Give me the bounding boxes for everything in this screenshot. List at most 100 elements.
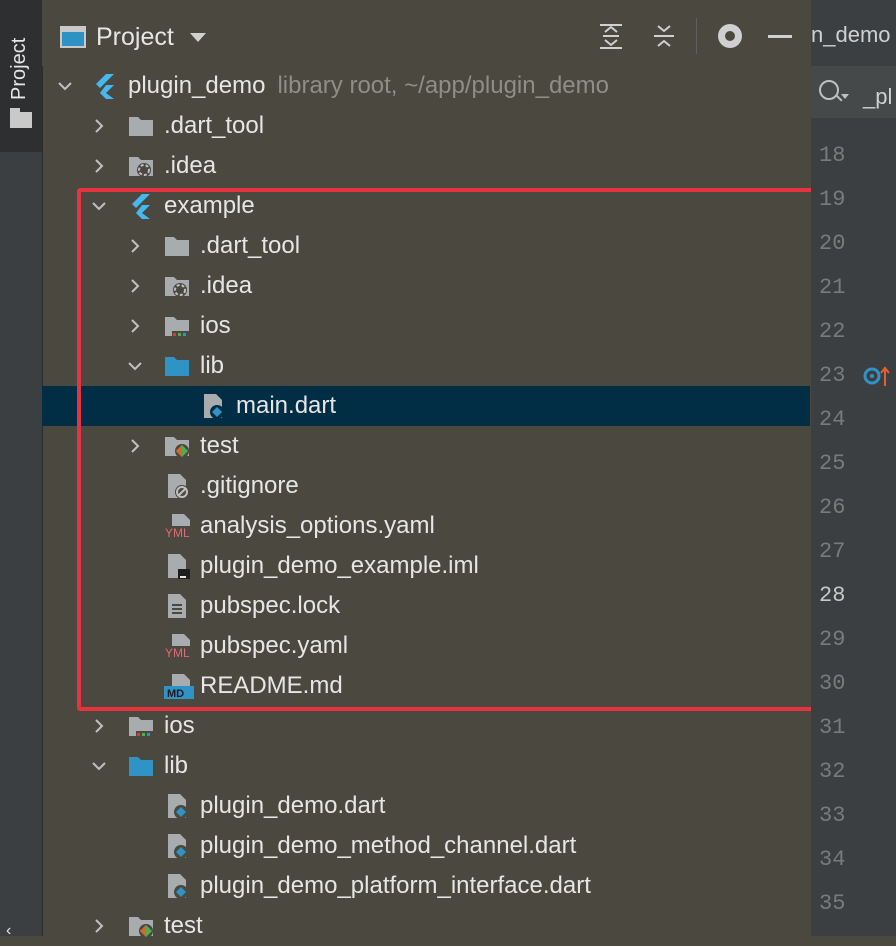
tree-item-label: pubspec.lock bbox=[200, 592, 341, 619]
tree-row-root[interactable]: plugin_demo library root, ~/app/plugin_de… bbox=[42, 66, 810, 106]
tree-row-gitignore[interactable]: .gitignore bbox=[42, 466, 810, 506]
line-number: 30 bbox=[819, 671, 846, 696]
tree-row-pubspec-lock[interactable]: pubspec.lock bbox=[42, 586, 810, 626]
search-icon[interactable] bbox=[819, 80, 839, 100]
markdown-file-icon: MD bbox=[164, 673, 194, 700]
editor-pane: n_demo _pl 18 19 20 21 22 23 24 25 26 27 28 29 30 31 3… bbox=[811, 0, 896, 936]
tree-row-example-test[interactable]: test bbox=[42, 426, 810, 466]
line-number: 29 bbox=[819, 627, 846, 652]
expand-all-button[interactable] bbox=[595, 20, 627, 52]
tree-item-label: .dart_tool bbox=[200, 232, 301, 259]
line-number: 25 bbox=[819, 451, 846, 476]
chevron-down-icon[interactable] bbox=[92, 199, 106, 213]
tree-item-label: README.md bbox=[200, 672, 343, 699]
tree-row-main-dart[interactable]: main.dart bbox=[42, 386, 810, 426]
chevron-right-icon[interactable] bbox=[128, 319, 142, 333]
line-number: 19 bbox=[819, 187, 846, 212]
chevron-right-icon[interactable] bbox=[92, 919, 106, 933]
line-number: 24 bbox=[819, 407, 846, 432]
tree-item-label: ios bbox=[164, 712, 195, 739]
chevron-down-icon[interactable] bbox=[189, 32, 206, 42]
yml-badge: YML bbox=[165, 526, 190, 539]
tree-row-platform-interface-dart[interactable]: plugin_demo_platform_interface.dart bbox=[42, 866, 810, 906]
header-separator bbox=[696, 18, 697, 54]
line-number: 28 bbox=[819, 583, 846, 608]
idea-folder-icon bbox=[128, 153, 154, 179]
tree-row-example-idea[interactable]: .idea bbox=[42, 266, 810, 306]
tree-item-label: test bbox=[164, 912, 203, 939]
tree-item-label: .idea bbox=[164, 152, 217, 179]
line-number: 33 bbox=[819, 803, 846, 828]
line-number: 18 bbox=[819, 143, 846, 168]
line-number: 20 bbox=[819, 231, 846, 256]
tree-item-label: plugin_demo_platform_interface.dart bbox=[200, 872, 591, 899]
line-number: 23 bbox=[819, 363, 846, 388]
tree-row-idea[interactable]: .idea bbox=[42, 146, 810, 186]
minimize-icon bbox=[768, 34, 792, 38]
tree-row-test[interactable]: test bbox=[42, 906, 810, 946]
dart-file-icon bbox=[200, 393, 226, 419]
tree-item-label: lib bbox=[200, 352, 225, 379]
tree-item-label: .gitignore bbox=[200, 472, 299, 499]
chevron-down-icon[interactable] bbox=[128, 359, 142, 373]
flutter-module-icon bbox=[92, 73, 118, 99]
tree-row-plugin-demo-dart[interactable]: plugin_demo.dart bbox=[42, 786, 810, 826]
editor-search-text: _pl bbox=[863, 84, 893, 109]
hide-panel-button[interactable] bbox=[764, 20, 796, 52]
tree-row-pubspec-yaml[interactable]: YML pubspec.yaml bbox=[42, 626, 810, 666]
tree-item-label: lib bbox=[164, 752, 189, 779]
strip-bottom-glyph: ‹ bbox=[6, 922, 12, 939]
tree-item-label: .dart_tool bbox=[164, 112, 265, 139]
chevron-right-icon[interactable] bbox=[92, 159, 106, 173]
folder-icon bbox=[164, 233, 190, 259]
chevron-right-icon[interactable] bbox=[128, 239, 142, 253]
line-number: 22 bbox=[819, 319, 846, 344]
tree-item-label: plugin_demo_method_channel.dart bbox=[200, 832, 577, 859]
dart-file-icon bbox=[164, 873, 190, 899]
chevron-right-icon[interactable] bbox=[128, 279, 142, 293]
chevron-right-icon[interactable] bbox=[92, 119, 106, 133]
tree-row-analysis-options[interactable]: YML analysis_options.yaml bbox=[42, 506, 810, 546]
dart-file-icon bbox=[164, 833, 190, 859]
line-number: 34 bbox=[819, 847, 846, 872]
chevron-down-icon[interactable] bbox=[92, 759, 106, 773]
tree-row-readme[interactable]: MD README.md bbox=[42, 666, 810, 706]
chevron-right-icon[interactable] bbox=[128, 439, 142, 453]
project-tool-window-tab[interactable]: Project bbox=[0, 0, 42, 152]
line-number: 26 bbox=[819, 495, 846, 520]
project-window-icon bbox=[60, 26, 86, 48]
dart-file-icon bbox=[164, 793, 190, 819]
tree-row-lib[interactable]: lib bbox=[42, 746, 810, 786]
gear-icon bbox=[718, 24, 742, 48]
tree-row-iml[interactable]: plugin_demo_example.iml bbox=[42, 546, 810, 586]
test-folder-icon bbox=[128, 913, 154, 939]
project-tab-label: Project bbox=[8, 37, 30, 100]
editor-search-bar[interactable]: _pl bbox=[811, 66, 896, 118]
editor-tab[interactable]: n_demo bbox=[811, 0, 896, 67]
tree-row-dart-tool[interactable]: .dart_tool bbox=[42, 106, 810, 146]
settings-button[interactable] bbox=[714, 20, 746, 52]
yaml-file-icon: YML bbox=[164, 633, 196, 660]
line-number: 27 bbox=[819, 539, 846, 564]
tree-row-ios[interactable]: ios bbox=[42, 706, 810, 746]
folder-icon bbox=[128, 113, 154, 139]
tree-item-label: plugin_demo_example.iml bbox=[200, 552, 479, 579]
collapse-all-button[interactable] bbox=[648, 20, 680, 52]
implementation-marker-icon[interactable] bbox=[863, 364, 891, 386]
platform-folder-icon bbox=[164, 313, 190, 339]
module-file-icon bbox=[164, 553, 190, 579]
collapse-all-icon bbox=[651, 22, 677, 50]
tree-row-example-ios[interactable]: ios bbox=[42, 306, 810, 346]
md-badge: MD bbox=[167, 688, 184, 699]
line-number: 21 bbox=[819, 275, 846, 300]
chevron-right-icon[interactable] bbox=[92, 719, 106, 733]
tree-row-example[interactable]: example bbox=[42, 186, 810, 226]
tree-row-example-dart-tool[interactable]: .dart_tool bbox=[42, 226, 810, 266]
chevron-down-icon[interactable] bbox=[841, 94, 849, 99]
line-number: 32 bbox=[819, 759, 846, 784]
tree-row-method-channel-dart[interactable]: plugin_demo_method_channel.dart bbox=[42, 826, 810, 866]
expand-all-icon bbox=[598, 22, 624, 50]
tree-row-example-lib[interactable]: lib bbox=[42, 346, 810, 386]
chevron-down-icon[interactable] bbox=[58, 79, 72, 93]
project-view-selector[interactable]: Project bbox=[60, 20, 206, 54]
